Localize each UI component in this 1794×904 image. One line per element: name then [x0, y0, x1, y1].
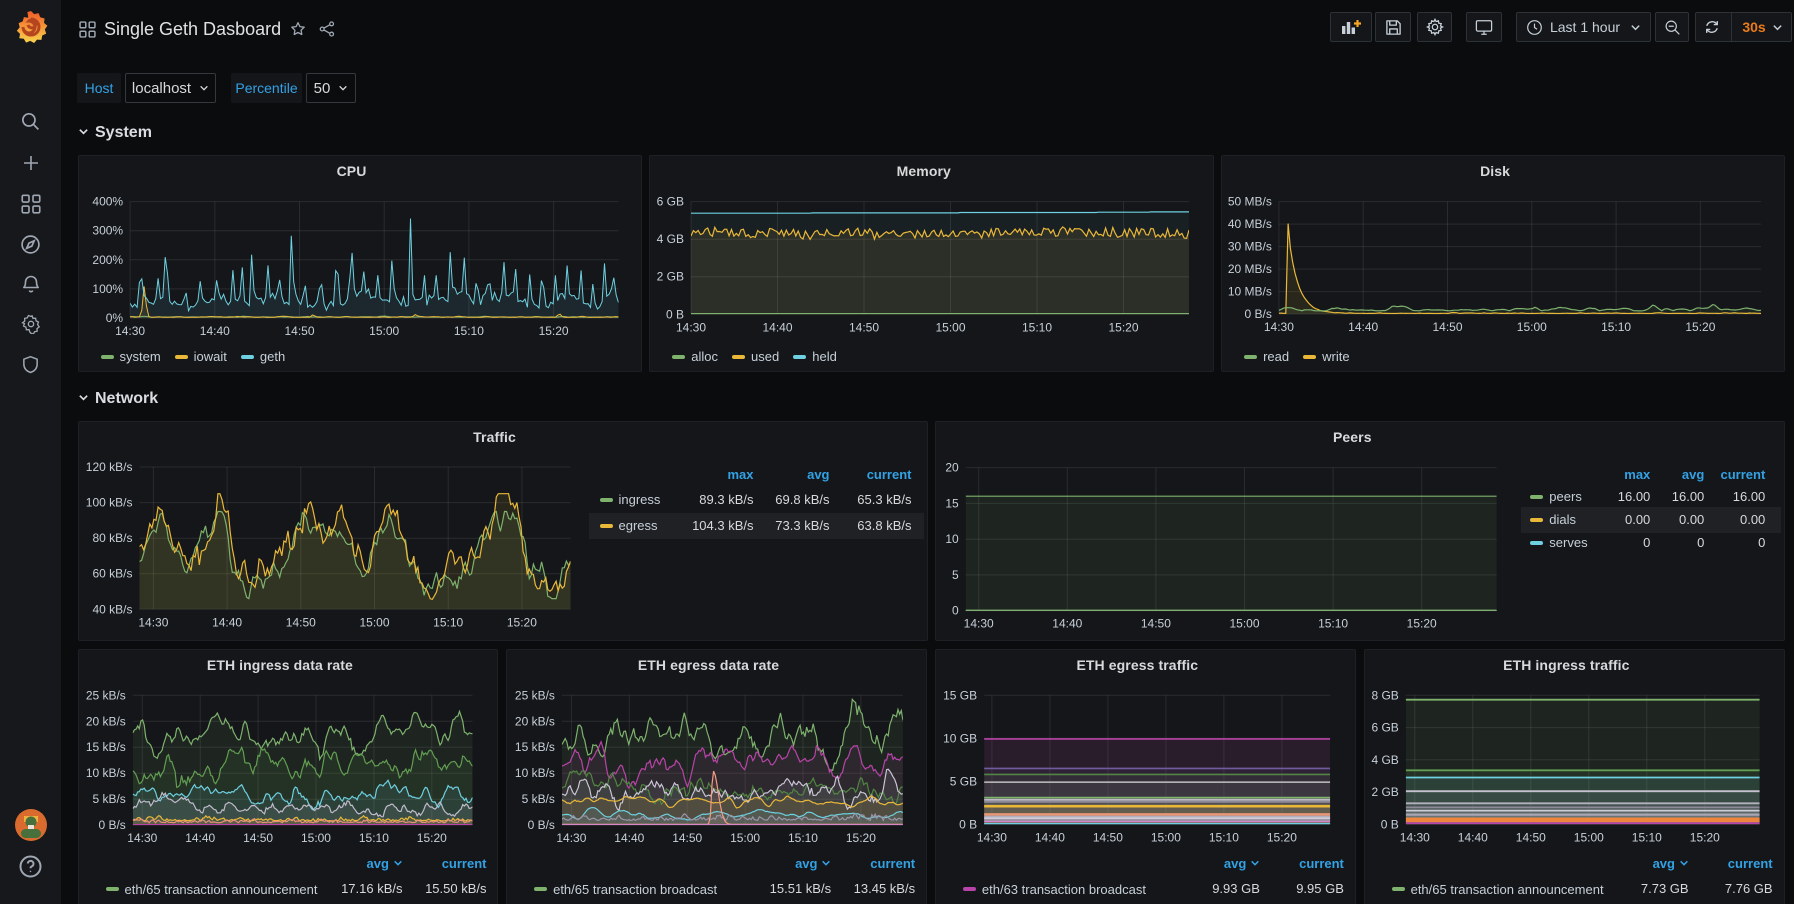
svg-text:14:50: 14:50 [672, 831, 702, 845]
svg-text:6 GB: 6 GB [657, 195, 684, 209]
svg-text:20 kB/s: 20 kB/s [85, 714, 125, 728]
svg-text:14:50: 14:50 [1093, 830, 1123, 844]
svg-text:14:50: 14:50 [849, 320, 879, 334]
svg-text:15:20: 15:20 [538, 324, 568, 338]
svg-text:5 GB: 5 GB [950, 774, 977, 788]
svg-text:14:40: 14:40 [763, 320, 793, 334]
svg-text:10 GB: 10 GB [943, 731, 977, 745]
svg-text:8 GB: 8 GB [1371, 688, 1398, 702]
svg-text:15:20: 15:20 [846, 831, 876, 845]
svg-text:30 MB/s: 30 MB/s [1228, 240, 1272, 254]
svg-text:15 kB/s: 15 kB/s [515, 740, 555, 754]
svg-text:0 B: 0 B [1380, 817, 1398, 831]
svg-text:25 kB/s: 25 kB/s [85, 688, 125, 702]
svg-text:10 kB/s: 10 kB/s [85, 766, 125, 780]
svg-text:15:00: 15:00 [936, 320, 966, 334]
svg-text:14:30: 14:30 [977, 830, 1007, 844]
svg-text:14:40: 14:40 [1348, 320, 1378, 334]
svg-text:400%: 400% [92, 195, 123, 209]
svg-text:15:00: 15:00 [1151, 830, 1181, 844]
svg-text:5 kB/s: 5 kB/s [92, 792, 125, 806]
svg-text:14:50: 14:50 [243, 831, 273, 845]
svg-text:10 MB/s: 10 MB/s [1228, 285, 1272, 299]
svg-text:14:40: 14:40 [614, 831, 644, 845]
svg-text:0 B: 0 B [959, 817, 977, 831]
svg-text:14:40: 14:40 [1457, 830, 1487, 844]
svg-text:15:00: 15:00 [369, 324, 399, 338]
svg-text:100%: 100% [92, 282, 123, 296]
svg-text:15 kB/s: 15 kB/s [85, 740, 125, 754]
svg-text:15:20: 15:20 [416, 831, 446, 845]
svg-text:300%: 300% [92, 224, 123, 238]
svg-text:0 B/s: 0 B/s [98, 818, 125, 832]
svg-text:6 GB: 6 GB [1371, 721, 1398, 735]
svg-text:15:20: 15:20 [1685, 320, 1715, 334]
svg-text:40 MB/s: 40 MB/s [1228, 217, 1272, 231]
svg-text:14:30: 14:30 [115, 324, 145, 338]
svg-text:14:50: 14:50 [1515, 830, 1545, 844]
svg-text:14:30: 14:30 [676, 320, 706, 334]
svg-text:20 kB/s: 20 kB/s [515, 714, 555, 728]
svg-text:2 GB: 2 GB [657, 270, 684, 284]
svg-text:200%: 200% [92, 253, 123, 267]
svg-text:0 B/s: 0 B/s [528, 818, 555, 832]
svg-text:0%: 0% [105, 311, 123, 325]
svg-text:25 kB/s: 25 kB/s [515, 688, 555, 702]
svg-text:15:00: 15:00 [730, 831, 760, 845]
svg-text:15 GB: 15 GB [943, 688, 977, 702]
svg-text:14:30: 14:30 [127, 831, 157, 845]
svg-text:15:10: 15:10 [453, 324, 483, 338]
svg-text:4 GB: 4 GB [657, 232, 684, 246]
svg-text:20 MB/s: 20 MB/s [1228, 262, 1272, 276]
svg-text:50 MB/s: 50 MB/s [1228, 195, 1272, 209]
svg-text:15:10: 15:10 [358, 831, 388, 845]
svg-text:15:10: 15:10 [1022, 320, 1052, 334]
svg-text:15:10: 15:10 [788, 831, 818, 845]
svg-text:4 GB: 4 GB [1371, 753, 1398, 767]
svg-text:15:20: 15:20 [1267, 830, 1297, 844]
svg-text:5 kB/s: 5 kB/s [522, 792, 555, 806]
svg-text:14:50: 14:50 [1433, 320, 1463, 334]
svg-text:15:20: 15:20 [1109, 320, 1139, 334]
svg-text:14:40: 14:40 [185, 831, 215, 845]
svg-text:15:10: 15:10 [1631, 830, 1661, 844]
svg-text:14:50: 14:50 [284, 324, 314, 338]
svg-text:15:10: 15:10 [1209, 830, 1239, 844]
svg-text:0 B/s: 0 B/s [1245, 307, 1272, 321]
svg-text:14:30: 14:30 [1264, 320, 1294, 334]
svg-text:14:30: 14:30 [556, 831, 586, 845]
svg-text:0 B: 0 B [666, 307, 684, 321]
svg-text:14:30: 14:30 [1399, 830, 1429, 844]
svg-text:15:00: 15:00 [1573, 830, 1603, 844]
svg-text:10 kB/s: 10 kB/s [515, 766, 555, 780]
svg-text:15:20: 15:20 [1689, 830, 1719, 844]
svg-text:15:10: 15:10 [1601, 320, 1631, 334]
svg-text:14:40: 14:40 [199, 324, 229, 338]
svg-text:15:00: 15:00 [300, 831, 330, 845]
svg-text:15:00: 15:00 [1517, 320, 1547, 334]
svg-text:14:40: 14:40 [1035, 830, 1065, 844]
svg-text:2 GB: 2 GB [1371, 785, 1398, 799]
